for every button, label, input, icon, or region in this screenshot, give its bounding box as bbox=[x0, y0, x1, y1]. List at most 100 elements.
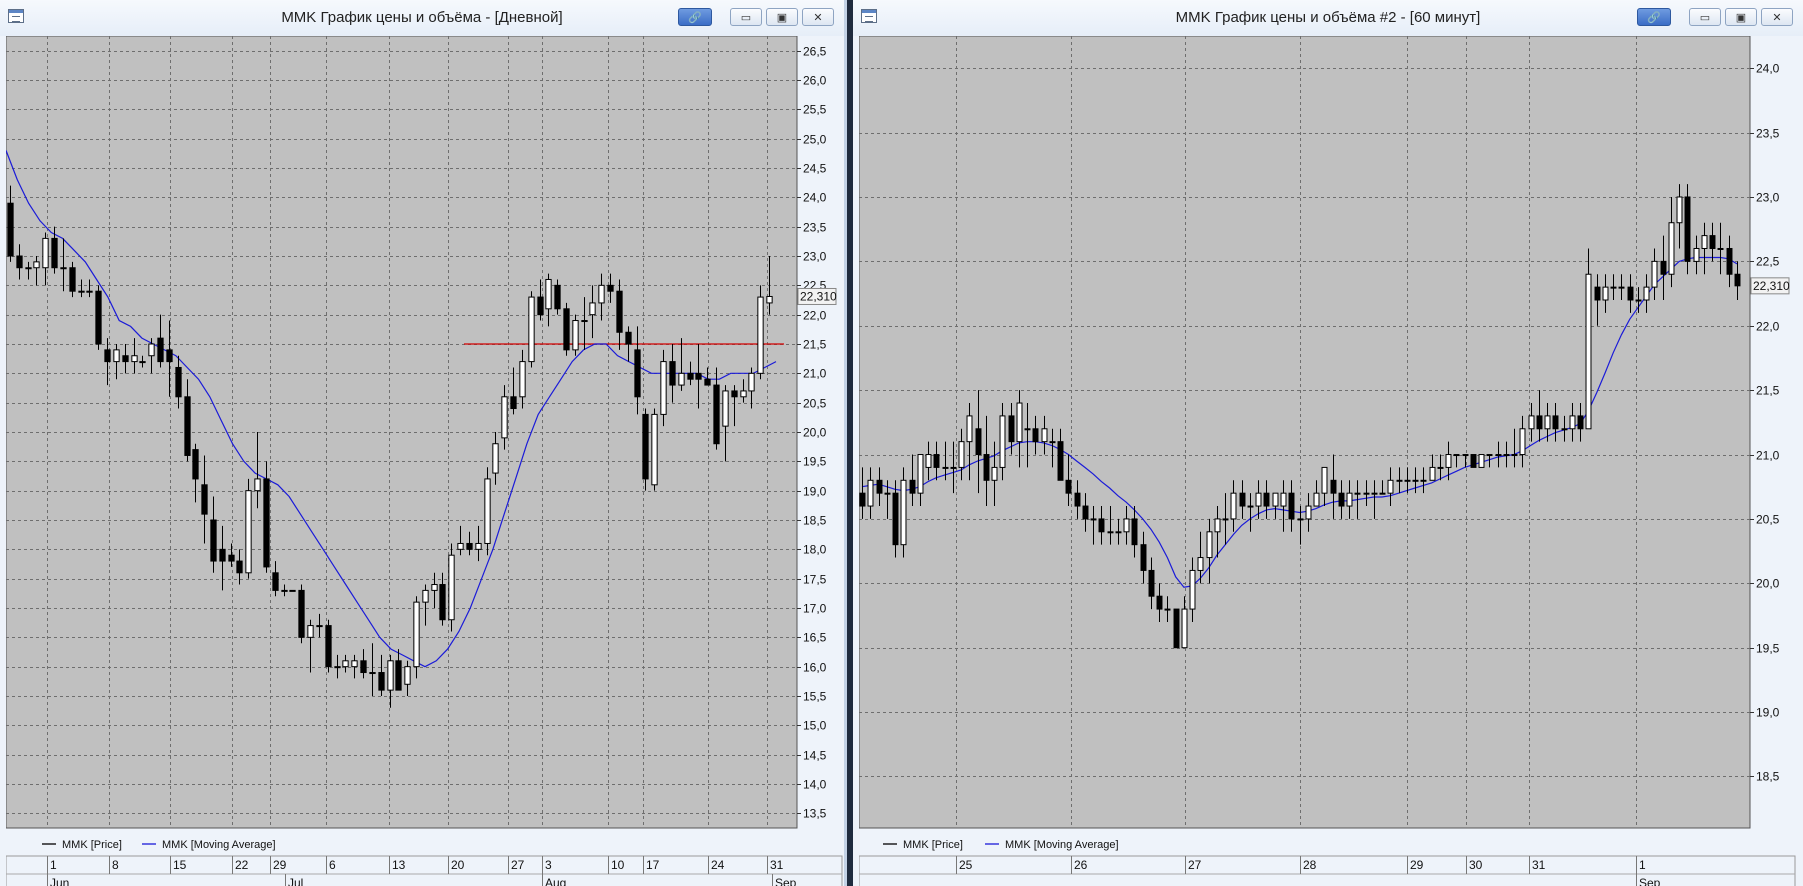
candle-down bbox=[909, 479, 916, 494]
candle-down bbox=[1470, 454, 1477, 468]
y-tick-label: 25,5 bbox=[803, 103, 827, 117]
candle-up bbox=[1346, 492, 1353, 507]
window-titlebar[interactable]: MMK График цены и объёма - [Дневной] 🔗 ▭… bbox=[0, 0, 844, 36]
candle-down bbox=[122, 355, 129, 363]
y-tick-label: 24,0 bbox=[1756, 62, 1780, 76]
candle-up bbox=[1495, 454, 1502, 457]
candle-down bbox=[876, 479, 883, 494]
x-tick-day-label: 1 bbox=[50, 858, 57, 872]
candle-up bbox=[1544, 415, 1551, 430]
y-tick-label: 20,0 bbox=[1756, 577, 1780, 591]
legend-ma-label: MMK [Moving Average] bbox=[162, 839, 276, 851]
chart-area[interactable]: 26,5 26,0 25,5 25,0 24,5 24,0 23,5 23,0 22,5 22,0… bbox=[6, 36, 844, 886]
candle-up bbox=[245, 490, 252, 574]
candle-up bbox=[1569, 415, 1576, 430]
candle-up bbox=[369, 672, 376, 675]
candle-up bbox=[1651, 260, 1658, 288]
candle-up bbox=[678, 372, 685, 386]
x-tick-day-label: 30 bbox=[1469, 858, 1483, 872]
candle-up bbox=[86, 290, 93, 293]
candle-down bbox=[1008, 415, 1015, 443]
candle-down bbox=[1065, 479, 1072, 494]
candle-up bbox=[351, 660, 358, 668]
link-icon[interactable]: 🔗 bbox=[1637, 8, 1671, 26]
close-icon[interactable]: ✕ bbox=[1761, 8, 1793, 26]
candle-down bbox=[272, 572, 279, 591]
candle-up bbox=[334, 666, 341, 669]
candle-up bbox=[660, 361, 667, 415]
y-tick-label: 23,5 bbox=[1756, 127, 1780, 141]
y-tick-label: 23,0 bbox=[803, 250, 827, 264]
chart-window-60min[interactable]: MMK График цены и объёма #2 - [60 минут]… bbox=[853, 0, 1803, 886]
price-chart-60min[interactable]: 24,0 23,5 23,0 22,5 22,0 21,5 21,0 20,5 20,0 19,5… bbox=[859, 36, 1803, 886]
candle-up bbox=[1297, 518, 1304, 521]
candle-down bbox=[466, 542, 473, 550]
candle-up bbox=[1321, 466, 1328, 494]
candle-up bbox=[1280, 492, 1287, 507]
x-tick-day-label: 29 bbox=[273, 858, 287, 872]
candle-down bbox=[687, 372, 694, 380]
candle-down bbox=[983, 454, 990, 481]
candle-up bbox=[867, 479, 874, 507]
y-tick-label: 16,5 bbox=[803, 631, 827, 645]
candle-up bbox=[60, 267, 67, 270]
candle-up bbox=[1585, 273, 1592, 430]
chart-window-daily[interactable]: MMK График цены и объёма - [Дневной] 🔗 ▭… bbox=[0, 0, 847, 886]
x-tick-day-label: 24 bbox=[711, 858, 725, 872]
candle-down bbox=[166, 349, 173, 363]
minimize-icon[interactable]: ▭ bbox=[730, 8, 762, 26]
x-tick-day-label: 22 bbox=[235, 858, 249, 872]
candle-up bbox=[1230, 492, 1237, 520]
candle-up bbox=[1693, 247, 1700, 262]
candle-down bbox=[1098, 518, 1105, 533]
candle-down bbox=[1594, 286, 1601, 301]
price-chart-daily[interactable]: 26,526,025,525,024,524,023,523,022,522,0… bbox=[6, 36, 844, 886]
restore-icon[interactable]: ▣ bbox=[766, 8, 798, 26]
close-icon[interactable]: ✕ bbox=[802, 8, 834, 26]
candle-up bbox=[1197, 557, 1204, 571]
y-tick-label: 15,0 bbox=[803, 719, 827, 733]
candle-up bbox=[1189, 569, 1196, 610]
candle-up bbox=[1486, 454, 1493, 457]
candle-up bbox=[766, 295, 773, 304]
link-icon[interactable]: 🔗 bbox=[678, 8, 712, 26]
candle-up bbox=[1528, 415, 1535, 430]
candle-up bbox=[528, 296, 535, 363]
candle-up bbox=[589, 302, 596, 316]
chart-area[interactable]: 24,0 23,5 23,0 22,5 22,0 21,5 21,0 20,5 20,0 19,5… bbox=[859, 36, 1803, 886]
window-titlebar[interactable]: MMK График цены и объёма #2 - [60 минут]… bbox=[853, 0, 1803, 36]
candle-down bbox=[184, 396, 191, 456]
candle-down bbox=[210, 519, 217, 562]
candle-up bbox=[1668, 222, 1675, 275]
candle-up bbox=[448, 554, 455, 621]
y-tick-label: 14,5 bbox=[803, 749, 827, 763]
x-tick-day-label: 6 bbox=[329, 858, 336, 872]
candle-up bbox=[1041, 428, 1048, 443]
y-tick-label: 19,5 bbox=[1756, 642, 1780, 656]
candle-down bbox=[859, 492, 866, 507]
candle-up bbox=[1429, 466, 1436, 481]
candle-up bbox=[958, 441, 965, 468]
candle-down bbox=[537, 296, 544, 316]
x-tick-day-label: 3 bbox=[545, 858, 552, 872]
y-tick-label: 25,0 bbox=[803, 133, 827, 147]
candle-down bbox=[1148, 569, 1155, 597]
restore-icon[interactable]: ▣ bbox=[1725, 8, 1757, 26]
candle-up bbox=[342, 660, 349, 668]
candle-down bbox=[228, 554, 235, 562]
candle-up bbox=[1643, 286, 1650, 301]
candle-up bbox=[1404, 479, 1411, 482]
candle-up bbox=[581, 320, 588, 323]
candle-up bbox=[1354, 492, 1361, 495]
candle-down bbox=[554, 284, 561, 310]
minimize-icon[interactable]: ▭ bbox=[1689, 8, 1721, 26]
candle-down bbox=[95, 290, 102, 345]
candle-up bbox=[1363, 492, 1370, 495]
candle-up bbox=[1445, 454, 1452, 468]
x-tick-day-label: 28 bbox=[1303, 858, 1317, 872]
x-tick-month-label: Aug bbox=[545, 876, 566, 886]
candle-down bbox=[625, 331, 632, 345]
candle-down bbox=[642, 413, 649, 480]
candle-down bbox=[1082, 505, 1089, 520]
candle-up bbox=[1164, 608, 1171, 611]
